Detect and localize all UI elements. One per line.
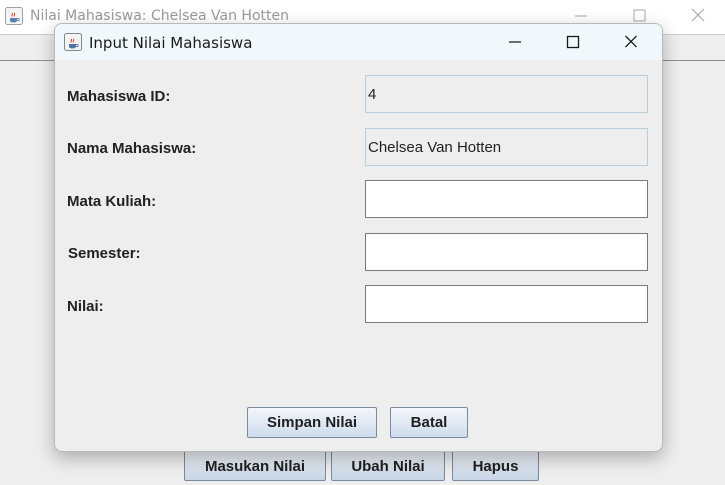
semester-input[interactable] xyxy=(368,234,645,270)
masukan-nilai-button[interactable]: Masukan Nilai xyxy=(184,451,326,481)
dialog-title: Input Nilai Mahasiswa xyxy=(89,34,253,52)
close-icon[interactable] xyxy=(686,6,710,26)
minimize-icon[interactable] xyxy=(503,32,527,52)
close-icon[interactable] xyxy=(619,32,643,52)
mata-kuliah-field[interactable] xyxy=(365,180,648,218)
mata-kuliah-input[interactable] xyxy=(368,181,645,217)
nama-mahasiswa-label: Nama Mahasiswa: xyxy=(67,140,197,157)
hapus-button[interactable]: Hapus xyxy=(452,451,539,481)
semester-field[interactable] xyxy=(365,233,648,271)
nama-mahasiswa-field: Chelsea Van Hotten xyxy=(365,128,648,166)
mata-kuliah-label: Mata Kuliah: xyxy=(67,193,157,210)
mahasiswa-id-field: 4 xyxy=(365,75,648,113)
semester-label: Semester: xyxy=(68,245,141,262)
batal-button[interactable]: Batal xyxy=(390,407,468,438)
nama-mahasiswa-value: Chelsea Van Hotten xyxy=(368,138,502,156)
nilai-input[interactable] xyxy=(368,286,645,322)
mahasiswa-id-value: 4 xyxy=(368,85,377,103)
background-window-title: Nilai Mahasiswa: Chelsea Van Hotten xyxy=(30,8,289,24)
maximize-icon[interactable] xyxy=(561,32,585,52)
mahasiswa-id-label: Mahasiswa ID: xyxy=(67,88,171,105)
simpan-nilai-button[interactable]: Simpan Nilai xyxy=(247,407,377,438)
dialog-titlebar: Input Nilai Mahasiswa xyxy=(55,24,662,60)
nilai-label: Nilai: xyxy=(67,298,104,315)
java-coffee-icon xyxy=(5,7,23,25)
input-nilai-dialog: Input Nilai Mahasiswa Mahasiswa ID: 4 Na… xyxy=(54,23,663,452)
nilai-field[interactable] xyxy=(365,285,648,323)
ubah-nilai-button[interactable]: Ubah Nilai xyxy=(331,451,445,481)
java-coffee-icon xyxy=(64,33,82,51)
